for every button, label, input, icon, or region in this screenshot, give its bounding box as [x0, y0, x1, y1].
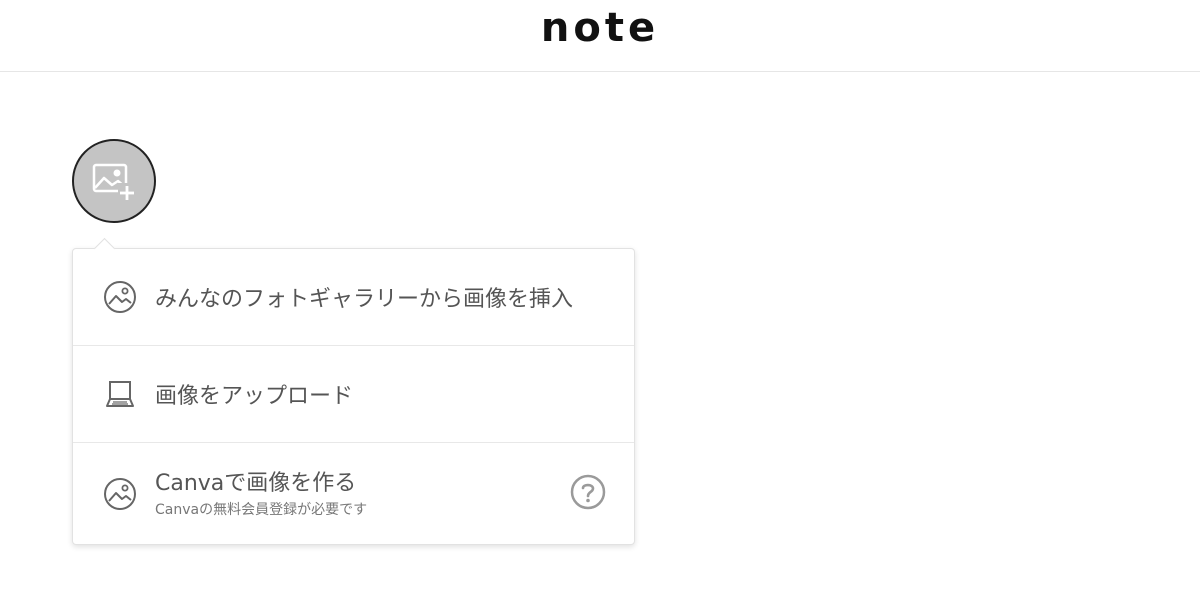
menu-item-photo-gallery[interactable]: みんなのフォトギャラリーから画像を挿入 — [73, 249, 634, 346]
laptop-icon — [103, 377, 137, 411]
image-icon — [103, 280, 137, 314]
menu-item-label: みんなのフォトギャラリーから画像を挿入 — [155, 287, 574, 312]
menu-item-upload-image[interactable]: 画像をアップロード — [73, 346, 634, 443]
header: note — [0, 0, 1200, 72]
menu-item-canva[interactable]: Canvaで画像を作る Canvaの無料会員登録が必要です — [73, 443, 634, 544]
add-image-button[interactable] — [72, 139, 156, 223]
menu-item-label: Canvaで画像を作る — [155, 471, 357, 496]
question-circle-icon[interactable] — [570, 474, 606, 510]
note-logo[interactable]: note — [0, 4, 1200, 52]
image-insert-popover: みんなのフォトギャラリーから画像を挿入 画像をアップロード Canvaで画像を作… — [72, 237, 635, 545]
image-plus-icon — [92, 163, 136, 201]
menu-item-label: 画像をアップロード — [155, 384, 354, 409]
image-icon — [103, 477, 137, 511]
menu-item-sublabel: Canvaの無料会員登録が必要です — [155, 502, 368, 518]
